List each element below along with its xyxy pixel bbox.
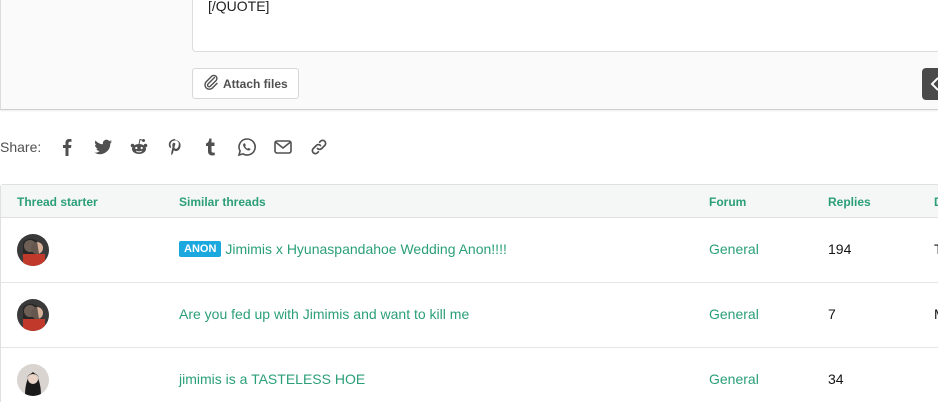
message-editor[interactable]: [/QUOTE] <box>192 0 938 52</box>
thread-title-link[interactable]: Are you fed up with Jimimis and want to … <box>179 306 469 322</box>
table-row: jimimis is a TASTELESS HOE General 34 <box>1 348 938 402</box>
date-cell: M <box>934 306 938 322</box>
editor-text: [/QUOTE] <box>208 0 270 14</box>
reply-editor-block: [/QUOTE] Attach files <box>0 0 938 110</box>
share-bar: Share: <box>0 134 337 160</box>
chevron-left-icon <box>930 77 938 91</box>
avatar[interactable] <box>17 234 49 266</box>
table-row: ANON Jimimis x Hyunaspandahoe Wedding An… <box>1 218 938 283</box>
forum-link[interactable]: General <box>709 371 759 387</box>
table-header: Thread starter Similar threads Forum Rep… <box>1 185 938 218</box>
anon-badge: ANON <box>179 241 222 257</box>
similar-threads-table: Thread starter Similar threads Forum Rep… <box>0 184 938 402</box>
thread-title: Jimimis x Hyunaspandahoe Wedding Anon!!!… <box>225 241 507 257</box>
thread-title-link[interactable]: ANON Jimimis x Hyunaspandahoe Wedding An… <box>179 241 507 257</box>
tumblr-icon[interactable] <box>193 134 229 160</box>
whatsapp-icon[interactable] <box>229 134 265 160</box>
attach-files-label: Attach files <box>223 76 288 91</box>
avatar[interactable] <box>17 299 49 331</box>
replies-count: 34 <box>828 371 844 387</box>
share-label: Share: <box>0 139 42 155</box>
link-icon[interactable] <box>301 134 337 160</box>
facebook-icon[interactable] <box>49 134 85 160</box>
replies-count: 194 <box>828 241 852 257</box>
thread-title-link[interactable]: jimimis is a TASTELESS HOE <box>179 371 365 387</box>
editor-toggle-button[interactable] <box>922 68 938 100</box>
header-replies[interactable]: Replies <box>828 195 871 209</box>
date-cell: T <box>934 241 938 257</box>
avatar[interactable] <box>17 364 49 396</box>
thread-title: jimimis is a TASTELESS HOE <box>179 371 366 387</box>
header-similar-threads[interactable]: Similar threads <box>179 195 266 209</box>
twitter-icon[interactable] <box>85 134 121 160</box>
header-forum[interactable]: Forum <box>709 195 746 209</box>
page: [/QUOTE] Attach files Share: Thread star… <box>0 0 938 402</box>
reddit-icon[interactable] <box>121 134 157 160</box>
forum-link[interactable]: General <box>709 306 759 322</box>
header-date[interactable]: D <box>934 195 938 209</box>
table-row: Are you fed up with Jimimis and want to … <box>1 283 938 348</box>
attach-files-button[interactable]: Attach files <box>192 68 299 99</box>
header-thread-starter[interactable]: Thread starter <box>17 195 98 209</box>
thread-title: Are you fed up with Jimimis and want to … <box>179 306 470 322</box>
pinterest-icon[interactable] <box>157 134 193 160</box>
email-icon[interactable] <box>265 134 301 160</box>
forum-link[interactable]: General <box>709 241 759 257</box>
paperclip-icon <box>203 74 219 93</box>
replies-count: 7 <box>828 306 836 322</box>
